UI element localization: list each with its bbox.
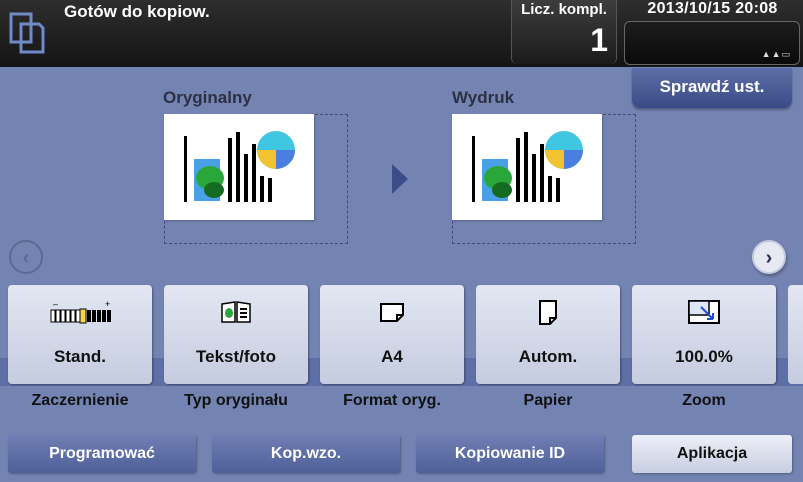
density-value: Stand. xyxy=(54,347,106,366)
output-document-icon xyxy=(472,131,583,202)
output-preview-label: Wydruk xyxy=(452,88,515,107)
paper-value: Autom. xyxy=(518,347,578,366)
proof-copy-button[interactable]: Kop.wzo. xyxy=(212,435,400,473)
density-label: Zaczernienie xyxy=(31,392,129,409)
id-copy-button[interactable]: Kopiowanie ID xyxy=(416,435,604,473)
paper-label: Papier xyxy=(523,392,573,409)
panel-indicator-icon: ▲▲▭ xyxy=(761,49,791,59)
check-settings-button[interactable]: Sprawdź ust. xyxy=(632,68,792,108)
original-size-label: Format oryg. xyxy=(343,392,441,409)
original-type-label: Typ oryginału xyxy=(184,392,288,409)
svg-text:+: + xyxy=(105,300,110,309)
copy-mode-icon xyxy=(9,12,45,54)
density-scale-icon: – + xyxy=(50,300,111,324)
svg-text:–: – xyxy=(53,300,58,309)
original-preview-label: Oryginalny xyxy=(163,88,252,107)
zoom-icon xyxy=(688,300,720,324)
application-button[interactable]: Aplikacja xyxy=(632,435,792,473)
original-size-icon xyxy=(380,303,404,322)
counter-label: Licz. kompl. xyxy=(521,1,607,18)
scroll-left-button[interactable]: ‹ xyxy=(9,240,43,274)
job-panel[interactable]: ▲▲▭ xyxy=(624,21,800,65)
original-preview-thumbnail xyxy=(164,114,314,220)
original-type-value: Tekst/foto xyxy=(196,347,276,366)
arrow-right-icon xyxy=(392,164,408,194)
zoom-label: Zoom xyxy=(682,392,726,409)
text-photo-icon xyxy=(221,301,251,323)
original-document-icon xyxy=(184,131,295,202)
program-button[interactable]: Programować xyxy=(8,435,196,473)
copy-set-counter: Licz. kompl. 1 xyxy=(511,0,617,64)
density-tile[interactable]: – + Stand. xyxy=(8,285,152,384)
original-size-value: A4 xyxy=(381,347,403,366)
zoom-tile[interactable]: 100.0% xyxy=(632,285,776,384)
next-tile-partial[interactable] xyxy=(788,285,803,384)
output-preview-thumbnail xyxy=(452,114,602,220)
status-message: Gotów do kopiow. xyxy=(64,2,210,21)
status-bar: Gotów do kopiow. Licz. kompl. 1 2013/10/… xyxy=(0,0,803,67)
original-size-tile[interactable]: A4 xyxy=(320,285,464,384)
counter-value: 1 xyxy=(590,22,608,58)
zoom-value: 100.0% xyxy=(675,347,733,366)
original-type-tile[interactable]: Tekst/foto xyxy=(164,285,308,384)
scroll-right-button[interactable]: › xyxy=(752,240,786,274)
paper-icon xyxy=(539,300,557,325)
datetime: 2013/10/15 20:08 xyxy=(647,0,778,17)
paper-tile[interactable]: Autom. xyxy=(476,285,620,384)
